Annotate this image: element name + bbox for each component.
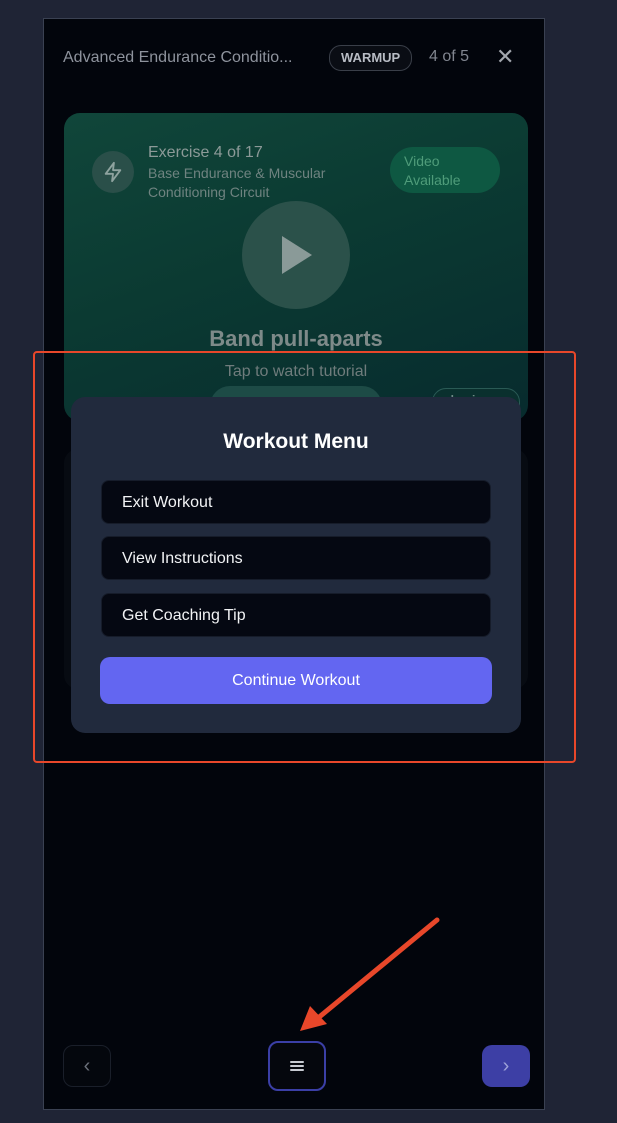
annotation-arrow	[300, 917, 440, 1031]
